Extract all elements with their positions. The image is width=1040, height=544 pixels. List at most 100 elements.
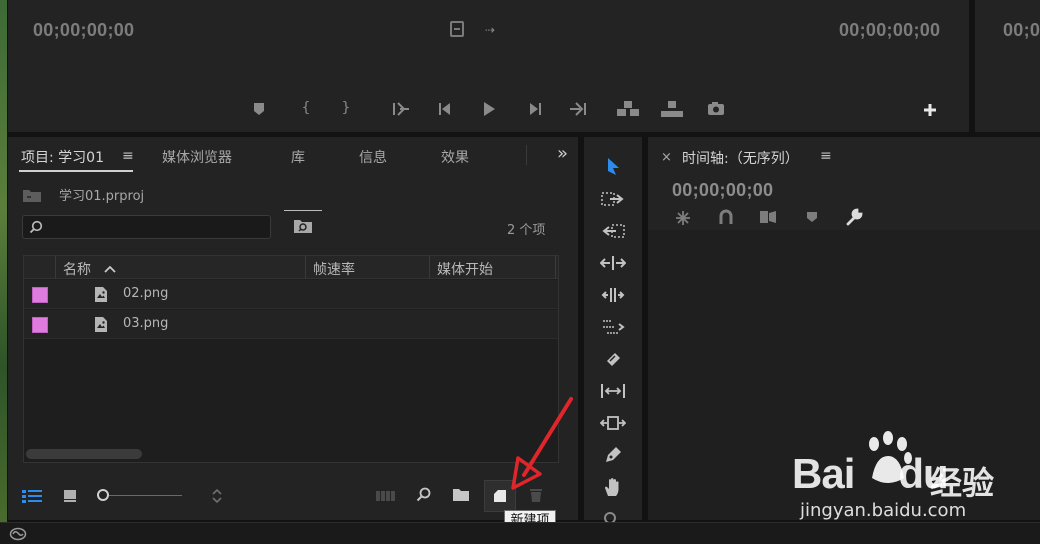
step-back-icon[interactable]: [438, 101, 454, 117]
add-marker-icon[interactable]: [806, 211, 818, 223]
close-timeline-icon[interactable]: ×: [661, 150, 672, 165]
label-color-swatch[interactable]: [32, 317, 48, 333]
image-file-icon: [95, 287, 107, 302]
header-divider: [555, 256, 556, 279]
razor-tool[interactable]: [584, 346, 642, 372]
rate-stretch-tool[interactable]: [584, 314, 642, 340]
snap-icon[interactable]: [719, 209, 733, 225]
rolling-edit-tool[interactable]: [584, 282, 642, 308]
watermark-cn-text: 经验: [930, 464, 995, 502]
table-header: 名称 帧速率 媒体开始: [24, 256, 558, 279]
nest-icon[interactable]: [675, 210, 691, 226]
mark-out-icon[interactable]: }: [336, 100, 356, 116]
slip-icon: [601, 384, 625, 398]
track-select-backward-tool[interactable]: [584, 218, 642, 244]
ripple-edit-tool[interactable]: [584, 250, 642, 276]
file-name: 03.png: [123, 316, 169, 331]
step-forward-icon[interactable]: [526, 101, 542, 117]
slip-tool[interactable]: [584, 378, 642, 404]
tab-media-browser[interactable]: 媒体浏览器: [162, 147, 232, 167]
icon-view-icon[interactable]: [62, 488, 78, 504]
zoom-slider-track[interactable]: [109, 495, 182, 496]
item-count: 2 个项: [507, 223, 546, 238]
go-to-in-icon[interactable]: [392, 101, 410, 117]
add-icon[interactable]: [923, 103, 937, 117]
column-name[interactable]: 名称: [63, 259, 91, 279]
watermark-url: jingyan.baidu.com: [800, 500, 967, 521]
source-timecode-duration: 00;00;00;00: [839, 20, 941, 40]
find-icon[interactable]: [416, 487, 432, 503]
project-search-input[interactable]: [22, 215, 271, 239]
watermark-logo-bai: Bai: [792, 450, 855, 497]
new-bin-icon[interactable]: [452, 488, 470, 502]
image-file-icon: [95, 317, 107, 332]
selection-tool-icon: [608, 158, 619, 175]
premiere-workspace: 00;00;00;00 00;00;00;00 ⇢ { } 00;0 项目: 学…: [0, 0, 1040, 544]
tools-panel: [584, 137, 642, 524]
horizontal-scrollbar[interactable]: [26, 449, 142, 459]
file-name: 02.png: [123, 286, 169, 301]
source-monitor-panel: 00;00;00;00 00;00;00;00 ⇢ { }: [8, 0, 969, 132]
hand-tool[interactable]: [584, 474, 642, 500]
baidu-watermark: Bai du 经验 jingyan.baidu.com: [792, 430, 1032, 530]
marker-icon[interactable]: [252, 102, 266, 116]
source-timecode-in[interactable]: 00;00;00;00: [33, 20, 134, 41]
sort-icons-icon[interactable]: [211, 488, 223, 504]
rolling-edit-icon: [601, 288, 625, 302]
track-select-forward-icon: [601, 192, 624, 206]
timeline-settings-icon[interactable]: [845, 208, 863, 226]
red-annotation-arrow: [511, 397, 573, 490]
column-media-start[interactable]: 媒体开始: [437, 259, 493, 279]
header-divider: [55, 256, 56, 279]
timeline-timecode[interactable]: 00;00;00;00: [672, 180, 773, 201]
play-icon[interactable]: [481, 101, 497, 117]
slide-tool[interactable]: [584, 410, 642, 436]
rate-stretch-icon: [603, 320, 625, 334]
drag-audio-icon[interactable]: ⇢: [480, 22, 500, 38]
track-select-forward-tool[interactable]: [584, 186, 642, 212]
label-color-swatch[interactable]: [32, 287, 48, 303]
baidu-paw-icon: [869, 431, 912, 483]
find-underline: [284, 210, 322, 211]
table-row[interactable]: 02.png: [24, 280, 558, 309]
desktop-edge: [0, 0, 7, 522]
drag-video-icon[interactable]: [450, 21, 464, 37]
tab-libraries[interactable]: 库: [291, 147, 305, 167]
zoom-slider-handle[interactable]: [97, 489, 109, 501]
insert-icon[interactable]: [616, 100, 640, 118]
automate-to-sequence-icon: [376, 491, 395, 501]
header-divider: [305, 256, 306, 279]
find-bin-icon[interactable]: [293, 218, 313, 234]
column-frame-rate[interactable]: 帧速率: [313, 259, 355, 279]
search-icon: [29, 220, 43, 234]
overflow-tabs-icon[interactable]: »: [557, 143, 568, 164]
hand-icon: [605, 478, 619, 496]
tab-effects[interactable]: 效果: [441, 147, 469, 167]
export-frame-icon[interactable]: [707, 101, 725, 116]
mark-in-icon[interactable]: {: [296, 100, 316, 116]
track-select-backward-icon: [602, 224, 625, 238]
project-panel-menu-icon[interactable]: ≡: [122, 148, 134, 164]
program-timecode: 00;0: [1003, 20, 1040, 40]
selection-tool[interactable]: [584, 154, 642, 180]
tab-project[interactable]: 项目: 学习01: [21, 147, 104, 167]
timeline-menu-icon[interactable]: ≡: [820, 148, 832, 164]
tab-divider: [526, 145, 527, 165]
project-bin-icon: [23, 190, 41, 202]
slide-icon: [600, 416, 626, 430]
ripple-edit-icon: [600, 256, 626, 270]
list-view-icon[interactable]: [22, 489, 42, 503]
tab-info[interactable]: 信息: [359, 147, 387, 167]
pen-tool[interactable]: [584, 442, 642, 468]
table-row[interactable]: 03.png: [24, 310, 558, 339]
overwrite-icon[interactable]: [660, 100, 684, 118]
status-bar: [0, 522, 1040, 544]
timeline-title[interactable]: 时间轴:（无序列）: [682, 148, 799, 168]
go-to-out-icon[interactable]: [568, 101, 588, 117]
creative-cloud-icon[interactable]: [9, 527, 27, 541]
linked-selection-icon[interactable]: [759, 209, 777, 225]
sort-ascending-icon[interactable]: [104, 265, 116, 273]
project-items-table: 名称 帧速率 媒体开始 02.png 03.png: [23, 255, 559, 463]
header-divider: [429, 256, 430, 279]
active-tab-indicator: [19, 170, 133, 172]
